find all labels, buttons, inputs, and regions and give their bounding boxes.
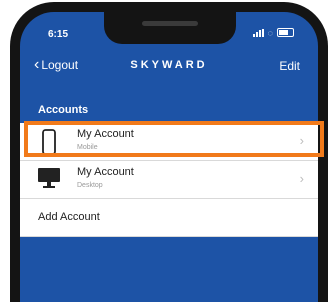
- account-row-mobile[interactable]: My Account Mobile ›: [20, 123, 318, 161]
- app-screen: 6:15 ◌ ‹ Logout SKYWARD Edit Accounts My…: [20, 12, 318, 302]
- account-row-desktop[interactable]: My Account Desktop ›: [20, 161, 318, 199]
- phone-notch: [104, 12, 236, 44]
- wifi-icon: ◌: [267, 27, 273, 38]
- battery-icon: [277, 28, 294, 37]
- desktop-icon: [38, 168, 60, 188]
- navigation-bar: ‹ Logout SKYWARD Edit: [20, 50, 318, 82]
- account-title: My Account: [77, 166, 134, 178]
- app-brand: SKYWARD: [130, 59, 208, 71]
- add-account-row[interactable]: Add Account: [20, 199, 318, 237]
- accounts-list: My Account Mobile › My Account Desktop ›…: [20, 123, 318, 237]
- signal-icon: [252, 28, 264, 37]
- section-title: Accounts: [38, 104, 89, 116]
- speaker-grille: [142, 21, 198, 26]
- chevron-right-icon: ›: [299, 171, 304, 186]
- add-account-label: Add Account: [38, 211, 100, 223]
- phone-frame: 6:15 ◌ ‹ Logout SKYWARD Edit Accounts My…: [10, 2, 328, 302]
- status-icons: ◌: [252, 27, 294, 38]
- account-title: My Account: [77, 128, 134, 140]
- edit-button[interactable]: Edit: [279, 59, 300, 73]
- account-subtitle: Desktop: [77, 182, 103, 189]
- account-subtitle: Mobile: [77, 144, 98, 151]
- chevron-right-icon: ›: [299, 133, 304, 148]
- phone-icon: [42, 129, 56, 155]
- status-time: 6:15: [48, 29, 69, 40]
